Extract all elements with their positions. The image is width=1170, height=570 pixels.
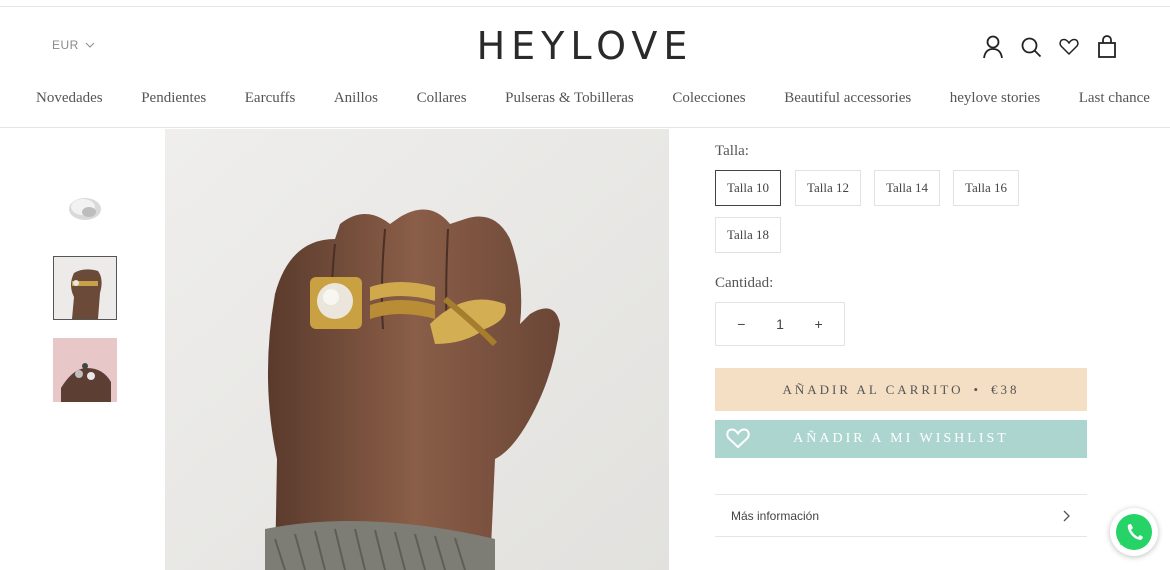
size-option-18[interactable]: Talla 18 [715, 217, 781, 253]
product-main-image[interactable] [165, 129, 669, 570]
nav-item-colecciones[interactable]: Colecciones [672, 90, 745, 107]
size-option-14[interactable]: Talla 14 [874, 170, 940, 206]
add-to-cart-label: AÑADIR AL CARRITO [782, 381, 964, 397]
nav-item-earcuffs[interactable]: Earcuffs [245, 90, 296, 107]
more-info-accordion[interactable]: Más información [715, 494, 1087, 537]
size-option-12[interactable]: Talla 12 [795, 170, 861, 206]
chevron-right-icon [1063, 510, 1070, 521]
nav-item-pendientes[interactable]: Pendientes [141, 90, 206, 107]
quantity-value[interactable]: 1 [768, 316, 792, 332]
quantity-stepper: − 1 + [715, 302, 845, 346]
nav-item-pulseras[interactable]: Pulseras & Tobilleras [505, 90, 634, 107]
cart-bag-icon[interactable] [1096, 34, 1118, 60]
account-icon[interactable] [982, 34, 1004, 60]
add-to-cart-button[interactable]: AÑADIR AL CARRITO • €38 [715, 368, 1087, 411]
more-info-label: Más información [731, 508, 820, 523]
add-to-wishlist-label: AÑADIR A MI WISHLIST [793, 431, 1009, 446]
whatsapp-icon [1116, 514, 1152, 550]
size-option-10[interactable]: Talla 10 [715, 170, 781, 206]
gallery-thumbnail-1[interactable] [53, 176, 117, 240]
quantity-decrease-button[interactable]: − [729, 316, 753, 332]
nav-item-beautiful-accessories[interactable]: Beautiful accessories [784, 90, 911, 107]
nav-item-last-chance[interactable]: Last chance [1079, 90, 1150, 107]
add-to-wishlist-button[interactable]: AÑADIR A MI WISHLIST [715, 420, 1087, 458]
wishlist-heart-icon[interactable] [1058, 34, 1080, 60]
price-separator: • [973, 381, 982, 397]
quantity-increase-button[interactable]: + [807, 316, 831, 332]
search-icon[interactable] [1020, 34, 1042, 60]
heart-icon [726, 428, 750, 449]
nav-item-collares[interactable]: Collares [417, 90, 467, 107]
nav-item-novedades[interactable]: Novedades [36, 90, 103, 107]
top-divider [0, 6, 1170, 7]
main-navigation: Novedades Pendientes Earcuffs Anillos Co… [0, 90, 1170, 107]
nav-item-heylove-stories[interactable]: heylove stories [950, 90, 1040, 107]
header-icons [982, 34, 1118, 60]
quantity-label: Cantidad: [715, 275, 774, 291]
nav-divider [0, 127, 1170, 128]
size-label: Talla: [715, 143, 749, 159]
whatsapp-chat-button[interactable] [1110, 508, 1158, 556]
size-option-16[interactable]: Talla 16 [953, 170, 1019, 206]
product-price: €38 [991, 381, 1020, 397]
nav-item-anillos[interactable]: Anillos [334, 90, 378, 107]
gallery-thumbnail-3[interactable] [53, 338, 117, 402]
gallery-thumbnail-2[interactable] [53, 256, 117, 320]
